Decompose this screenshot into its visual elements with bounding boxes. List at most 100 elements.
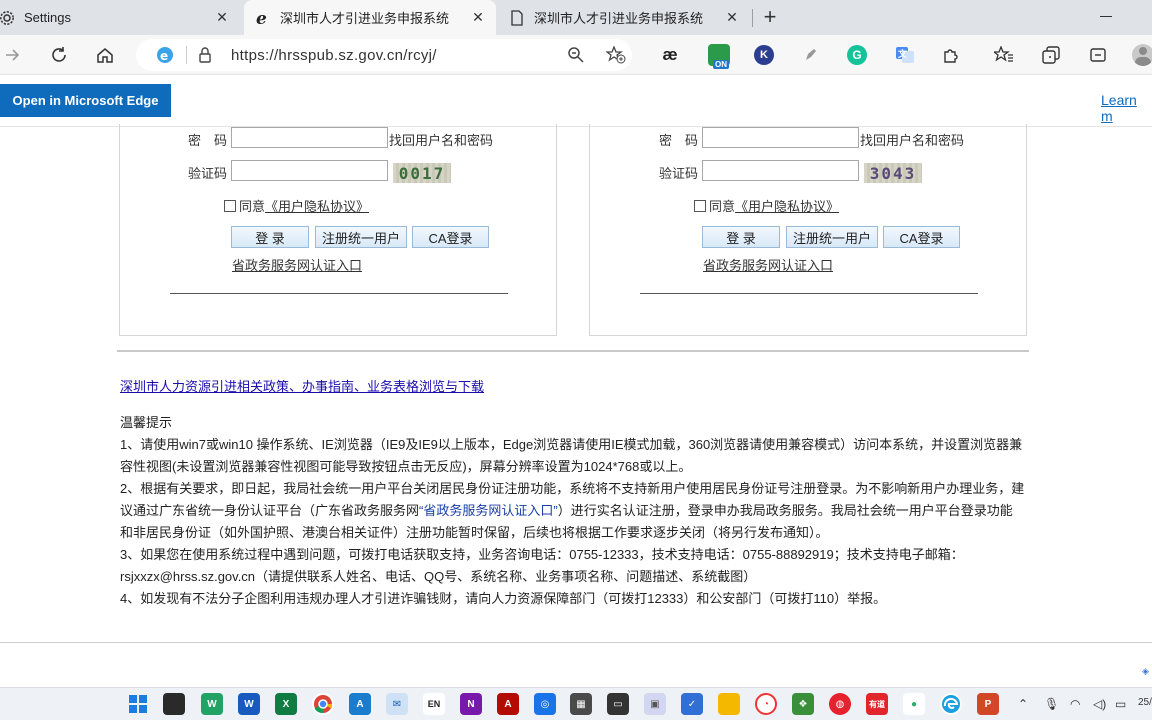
captcha-image[interactable]: 3043 (864, 163, 922, 183)
grammarly-extension-icon[interactable]: G (845, 43, 869, 67)
learn-more-link[interactable]: Learn m (1101, 92, 1152, 124)
open-in-edge-button[interactable]: Open in Microsoft Edge (0, 84, 171, 117)
gov-service-auth-link[interactable]: 省政务服务网认证入口 (703, 255, 833, 274)
navigation-bar: e https://hrsspub.sz.gov.cn/rcyj/ æ ON K… (0, 35, 1152, 75)
ae-extension-icon[interactable]: æ (658, 43, 682, 67)
pdf-icon[interactable]: A (497, 693, 519, 715)
zoom-icon[interactable] (567, 46, 585, 67)
close-icon[interactable]: ✕ (214, 9, 230, 25)
find-account-link[interactable]: 找回用户名和密码 (389, 130, 493, 149)
chrome-icon[interactable] (312, 693, 334, 715)
wechat-icon[interactable]: ● (903, 693, 925, 715)
puzzle-icon[interactable] (939, 43, 963, 67)
lock-icon[interactable] (198, 47, 212, 66)
captcha-field[interactable] (702, 160, 859, 181)
tab-active-system[interactable]: e 深圳市人才引进业务申报系统 ✕ (244, 0, 496, 35)
password-label: 密 码 (188, 133, 228, 148)
favorites-icon[interactable] (992, 43, 1016, 67)
minimize-button[interactable] (1097, 6, 1117, 26)
tab-strip: Settings ✕ e 深圳市人才引进业务申报系统 ✕ 深圳市人才引进业务申报… (0, 0, 1152, 35)
input-method-icon[interactable]: EN (423, 693, 445, 715)
photos-icon[interactable]: ▦ (570, 693, 592, 715)
privacy-agree[interactable]: 同意 《用户隐私协议》 (224, 196, 369, 215)
excel-icon[interactable]: X (275, 693, 297, 715)
section-divider (117, 350, 1029, 352)
page-bottom-border (0, 642, 1152, 643)
edge-icon[interactable] (940, 693, 962, 715)
terminal-icon[interactable]: ▭ (607, 693, 629, 715)
app-shield-icon[interactable]: ◎ (534, 693, 556, 715)
gov-service-auth-link[interactable]: 省政务服务网认证入口 (232, 255, 362, 274)
agree-text: 同意 (709, 199, 736, 214)
task-view-icon[interactable] (163, 693, 185, 715)
start-icon[interactable] (127, 693, 149, 715)
file-explorer-icon[interactable] (718, 693, 740, 715)
clock-date[interactable]: 25/ (1138, 697, 1152, 708)
status-icon: ◈ (1142, 666, 1149, 676)
collections-icon[interactable] (1039, 43, 1063, 67)
todo-icon[interactable]: ✓ (681, 693, 703, 715)
onenote-icon[interactable]: N (460, 693, 482, 715)
tab-system-2[interactable]: 深圳市人才引进业务申报系统 ✕ (500, 0, 750, 35)
chevron-up-icon[interactable]: ⌃ (1018, 697, 1028, 711)
home-icon[interactable] (93, 43, 117, 67)
tab-separator (752, 9, 753, 27)
find-account-link[interactable]: 找回用户名和密码 (860, 130, 964, 149)
tip-item-2: 2、根据有关要求，即日起，我局社会统一用户平台关闭居民身份证注册功能，系统将不支… (120, 478, 1025, 544)
page-content: 密 码 找回用户名和密码 验证码 0017 同意 《用户隐私协议》 登 录 注册… (0, 124, 1152, 683)
screenshot-icon[interactable] (1086, 43, 1110, 67)
forward-icon[interactable] (0, 43, 24, 67)
volume-icon[interactable]: ◁) (1093, 697, 1106, 711)
agree-checkbox[interactable] (694, 199, 706, 212)
panel-divider (170, 293, 508, 294)
address-bar[interactable]: e https://hrsspub.sz.gov.cn/rcyj/ (136, 39, 632, 71)
wps-writer-icon[interactable]: W (201, 693, 223, 715)
captcha-field[interactable] (231, 160, 388, 181)
new-tab-button[interactable]: + (758, 6, 782, 30)
weibo-icon[interactable]: ◍ (829, 693, 851, 715)
record-icon[interactable]: ◔ (755, 693, 777, 715)
url-text[interactable]: https://hrsspub.sz.gov.cn/rcyj/ (231, 47, 437, 64)
app-icon[interactable]: A (349, 693, 371, 715)
ie-mode-infobar: Open in Microsoft Edge Learn m (0, 75, 1152, 127)
policy-download-link[interactable]: 深圳市人力资源引进相关政策、办事指南、业务表格浏览与下载 (120, 376, 484, 395)
login-button[interactable]: 登 录 (702, 226, 780, 248)
privacy-protocol-link[interactable]: 《用户隐私协议》 (265, 196, 369, 215)
close-icon[interactable]: ✕ (470, 9, 486, 25)
app-window-icon[interactable]: ▣ (644, 693, 666, 715)
agree-checkbox[interactable] (224, 199, 236, 212)
svg-text:e: e (160, 49, 168, 63)
panel-divider (640, 293, 978, 294)
k-extension-icon[interactable]: K (752, 43, 776, 67)
captcha-label: 验证码 (188, 166, 228, 181)
profile-avatar-icon[interactable] (1131, 43, 1152, 67)
youdao-icon[interactable]: 有道 (866, 693, 888, 715)
password-field[interactable] (231, 127, 388, 148)
battery-icon[interactable]: ▭ (1115, 697, 1126, 711)
ca-login-button[interactable]: CA登录 (412, 226, 489, 248)
register-button[interactable]: 注册统一用户 (786, 226, 878, 248)
password-field[interactable] (702, 127, 859, 148)
refresh-icon[interactable] (47, 43, 71, 67)
register-button[interactable]: 注册统一用户 (315, 226, 407, 248)
powerpoint-icon[interactable]: P (977, 693, 999, 715)
tab-settings[interactable]: Settings ✕ (0, 0, 240, 35)
mail-icon[interactable]: ✉ (386, 693, 408, 715)
ca-login-button[interactable]: CA登录 (883, 226, 960, 248)
microphone-icon[interactable]: 🎙 (1044, 697, 1059, 711)
add-favorite-icon[interactable] (605, 45, 626, 67)
divider (186, 46, 187, 64)
gov-auth-entry-link[interactable]: “省政务服务网认证入口” (419, 503, 558, 518)
privacy-agree[interactable]: 同意 《用户隐私协议》 (694, 196, 839, 215)
close-icon[interactable]: ✕ (724, 9, 740, 25)
login-button[interactable]: 登 录 (231, 226, 309, 248)
on-extension-icon[interactable]: ON (707, 43, 731, 69)
captcha-image[interactable]: 0017 (393, 163, 451, 183)
edge-ie-mode-icon[interactable]: e (156, 46, 174, 67)
privacy-protocol-link[interactable]: 《用户隐私协议》 (735, 196, 839, 215)
app-green-icon[interactable]: ❖ (792, 693, 814, 715)
translate-icon[interactable]: 文 (893, 43, 917, 67)
word-icon[interactable]: W (238, 693, 260, 715)
pen-extension-icon[interactable] (799, 43, 823, 67)
wifi-icon[interactable]: ◠ (1070, 697, 1080, 711)
